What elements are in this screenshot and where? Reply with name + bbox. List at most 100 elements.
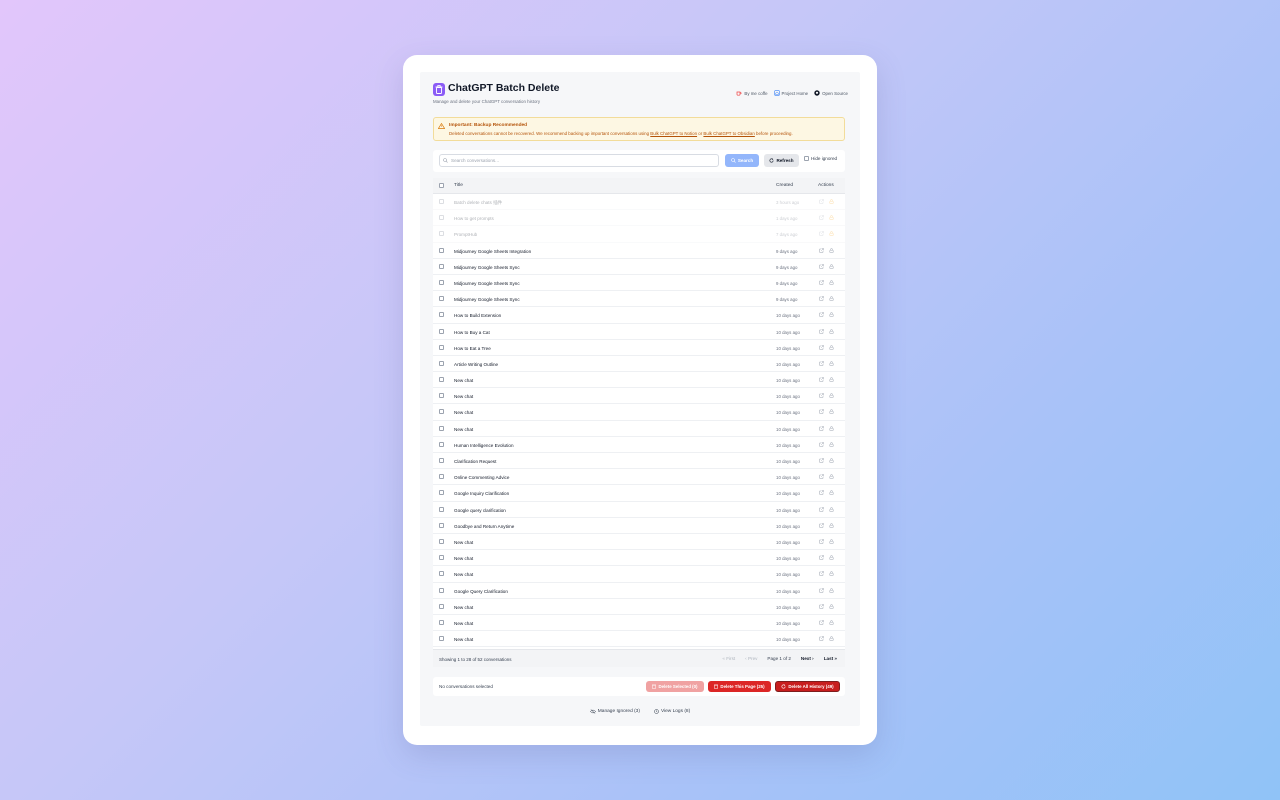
row-checkbox[interactable] [439, 506, 444, 512]
open-external-icon[interactable] [819, 344, 824, 350]
row-checkbox[interactable] [439, 199, 444, 204]
row-checkbox[interactable] [439, 555, 444, 561]
open-external-icon[interactable] [819, 280, 824, 285]
last-page-button[interactable]: Last » [824, 656, 837, 661]
row-checkbox[interactable] [439, 247, 444, 253]
conversation-title[interactable]: Google query clarification [454, 508, 506, 513]
row-checkbox[interactable] [439, 587, 444, 593]
table-row[interactable]: New chat 10 days ago [433, 421, 845, 437]
hide-ignored-toggle[interactable]: Hide ignored [804, 156, 837, 161]
table-row[interactable]: Midjourney Google Sheets Sync 9 days ago [433, 259, 845, 275]
ignore-icon[interactable] [829, 587, 834, 593]
table-row[interactable]: New chat 10 days ago [433, 615, 845, 632]
open-external-icon[interactable] [819, 555, 824, 560]
conversation-title[interactable]: New chat [454, 621, 473, 626]
row-checkbox[interactable] [439, 619, 444, 625]
conversation-title[interactable]: New chat [454, 637, 473, 642]
ignore-icon[interactable] [829, 199, 834, 204]
table-row[interactable]: Human Intelligence Evolution 10 days ago [433, 437, 845, 453]
open-external-icon[interactable] [819, 264, 824, 269]
ignore-icon[interactable] [829, 442, 834, 447]
conversation-title[interactable]: New chat [454, 378, 473, 383]
ignore-icon[interactable] [829, 280, 834, 285]
table-row[interactable]: New chat 10 days ago [433, 372, 845, 389]
conversation-title[interactable]: Midjourney Google Sheets Sync [454, 265, 520, 270]
conversation-title[interactable]: New chat [454, 540, 473, 545]
table-row[interactable]: Google Query Clarification 10 days ago [433, 583, 845, 599]
prev-page-button[interactable]: ‹ Prev [745, 656, 757, 661]
first-page-button[interactable]: « First [722, 656, 735, 661]
conversation-title[interactable]: New chat [454, 572, 473, 577]
open-external-icon[interactable] [819, 231, 824, 237]
open-external-icon[interactable] [819, 215, 824, 220]
ignore-icon[interactable] [829, 636, 834, 641]
table-row[interactable]: Google Inquiry Clarification 10 days ago [433, 485, 845, 502]
open-external-icon[interactable] [819, 587, 824, 593]
row-checkbox[interactable] [439, 425, 444, 431]
delete-selected-button[interactable]: Delete Selected (0) [646, 681, 704, 692]
table-row[interactable]: New chat 10 days ago [433, 404, 845, 421]
next-page-button[interactable]: Next › [801, 656, 814, 661]
ignore-icon[interactable] [829, 264, 834, 269]
table-row[interactable]: New chat 10 days ago [433, 550, 845, 567]
row-checkbox[interactable] [439, 360, 444, 366]
coffee-link[interactable]: By me coffe [736, 90, 768, 96]
row-checkbox[interactable] [439, 215, 444, 221]
open-external-icon[interactable] [819, 474, 824, 479]
open-external-icon[interactable] [819, 409, 824, 415]
conversation-title[interactable]: New chat [454, 394, 473, 399]
open-external-icon[interactable] [819, 523, 824, 528]
conversation-title[interactable]: Clarification Request [454, 459, 496, 464]
project-home-link[interactable]: Project Home [773, 90, 808, 96]
ignore-icon[interactable] [829, 409, 834, 415]
notion-link[interactable]: Bulk ChatGPT to Notion [650, 131, 697, 136]
open-external-icon[interactable] [819, 636, 824, 641]
ignore-icon[interactable] [829, 312, 834, 318]
open-source-link[interactable]: Open Source [814, 90, 848, 96]
conversation-title[interactable]: Midjourney Google Sheets Sync [454, 281, 520, 286]
table-row[interactable]: Online Commenting Advice 10 days ago [433, 469, 845, 486]
conversation-title[interactable]: How to get prompts [454, 216, 494, 221]
row-checkbox[interactable] [439, 441, 444, 447]
open-external-icon[interactable] [819, 571, 824, 576]
open-external-icon[interactable] [819, 377, 824, 382]
conversation-title[interactable]: How to Buy a Cat [454, 330, 490, 335]
delete-all-button[interactable]: Delete All History (49) [775, 681, 840, 692]
conversation-title[interactable]: Midjourney Google Sheets Sync [454, 297, 520, 302]
row-checkbox[interactable] [439, 263, 444, 269]
open-external-icon[interactable] [819, 247, 824, 253]
ignore-icon[interactable] [829, 231, 834, 237]
table-row[interactable]: Batch delete chats 插件 3 hours ago [433, 194, 845, 211]
ignore-icon[interactable] [829, 506, 834, 512]
table-row[interactable]: New chat 10 days ago [433, 388, 845, 405]
ignore-icon[interactable] [829, 215, 834, 221]
ignore-icon[interactable] [829, 603, 834, 609]
row-checkbox[interactable] [439, 344, 444, 350]
open-external-icon[interactable] [819, 393, 824, 398]
ignore-icon[interactable] [829, 539, 834, 544]
select-all-checkbox[interactable] [439, 183, 444, 188]
ignore-icon[interactable] [829, 247, 834, 253]
ignore-icon[interactable] [829, 377, 834, 382]
open-external-icon[interactable] [819, 458, 824, 463]
row-checkbox[interactable] [439, 296, 444, 302]
row-checkbox[interactable] [439, 279, 444, 285]
row-checkbox[interactable] [439, 458, 444, 463]
column-created[interactable]: Created [776, 183, 793, 188]
row-checkbox[interactable] [439, 377, 444, 383]
open-external-icon[interactable] [819, 490, 824, 496]
conversation-title[interactable]: New chat [454, 410, 473, 415]
ignore-icon[interactable] [829, 571, 834, 577]
table-row[interactable]: Midjourney Google Sheets Sync 9 days ago [433, 291, 845, 308]
conversation-title[interactable]: Online Commenting Advice [454, 475, 509, 480]
table-row[interactable]: Midjourney Google Sheets Sync 9 days ago [433, 275, 845, 292]
conversation-title[interactable]: PromptHub [454, 232, 477, 237]
row-checkbox[interactable] [439, 409, 444, 415]
row-checkbox[interactable] [439, 538, 444, 544]
conversation-title[interactable]: Batch delete chats 插件 [454, 200, 502, 206]
table-row[interactable]: Google query clarification 10 days ago [433, 502, 845, 518]
row-checkbox[interactable] [439, 636, 444, 642]
conversation-title[interactable]: How to Eat a Tree [454, 346, 491, 351]
table-row[interactable]: New chat 10 days ago [433, 566, 845, 583]
open-external-icon[interactable] [819, 296, 824, 301]
